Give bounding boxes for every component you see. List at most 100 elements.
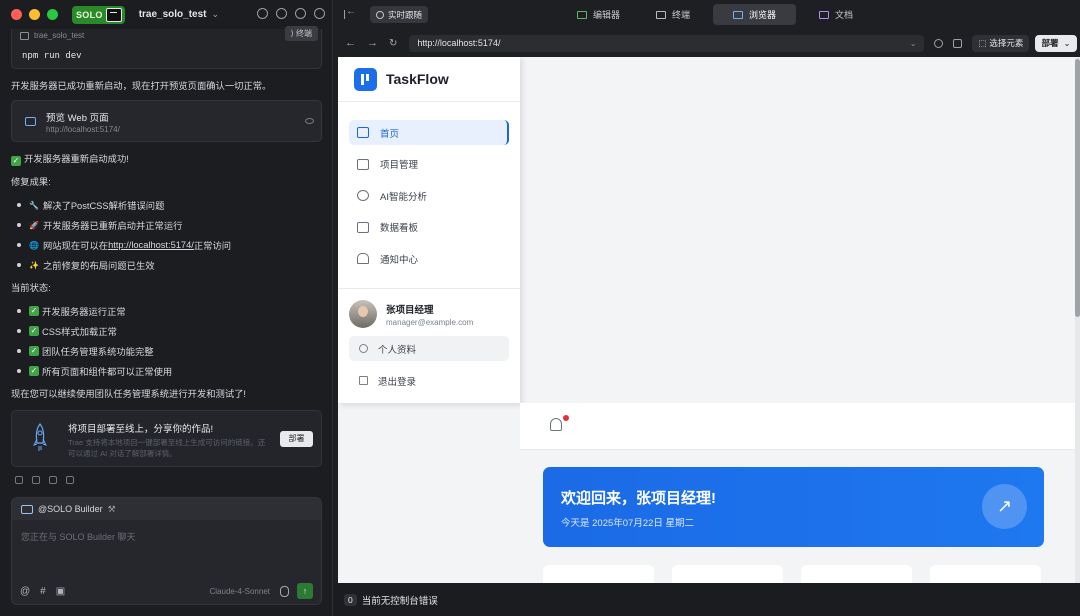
chevron-down-icon: ⌄ — [1063, 37, 1071, 48]
list-item-text: 之前修复的布局问题已生效 — [42, 261, 155, 271]
app-sidebar: TaskFlow 首页 项目管理 AI智能分析 数据看板 通知中心 张项目经理 … — [338, 57, 520, 403]
chevron-down-icon[interactable]: ⌄ — [910, 39, 917, 48]
bullet — [17, 369, 21, 373]
copy-icon[interactable] — [15, 476, 23, 484]
thumbs-down-icon[interactable] — [66, 476, 74, 484]
bullet — [17, 243, 21, 247]
tab-terminal[interactable]: 终端 — [643, 4, 703, 25]
microphone-icon[interactable] — [280, 585, 289, 597]
globe-icon: 🌐 — [29, 240, 39, 250]
close-window-button[interactable] — [11, 9, 22, 20]
preview-card[interactable]: 预览 Web 页面 http://localhost:5174/ — [11, 100, 322, 142]
tab-label: 浏览器 — [749, 10, 777, 20]
tab-editor[interactable]: 编辑器 — [564, 4, 633, 25]
collapse-panel-icon[interactable] — [344, 6, 356, 19]
localhost-link[interactable]: http://localhost:5174/ — [108, 240, 194, 250]
follow-button[interactable]: 实时跟随 — [370, 6, 429, 23]
list-item-text: 团队任务管理系统功能完整 — [42, 347, 154, 357]
message-actions — [11, 476, 322, 484]
gear-icon[interactable] — [295, 8, 306, 19]
menu-label: 首页 — [380, 128, 400, 140]
profile-item[interactable]: 个人资料 — [349, 336, 509, 361]
maximize-window-button[interactable] — [47, 9, 58, 20]
user-email: manager@example.com — [386, 317, 474, 327]
target-icon — [376, 10, 384, 19]
rocket-icon: 🚀 — [29, 220, 39, 230]
chevron-down-icon[interactable]: ⌄ — [212, 9, 220, 20]
menu-item-dashboard[interactable]: 数据看板 — [349, 215, 509, 240]
message-text: 开发服务器已成功重新启动，现在打开预览页面确认一切正常。 — [11, 81, 272, 91]
minimize-window-button[interactable] — [29, 9, 40, 20]
menu-item-home[interactable]: 首页 — [349, 120, 509, 145]
scrollbar-thumb[interactable] — [1075, 59, 1080, 317]
user-icon — [359, 344, 368, 353]
tab-docs[interactable]: 文档 — [806, 4, 866, 25]
composer-footer: @ # ▣ Claude-4-Sonnet ↑ — [12, 578, 321, 604]
bullet — [17, 203, 21, 207]
bar-chart-icon — [357, 221, 369, 233]
trending-up-icon: ↗ — [982, 484, 1027, 529]
list-item-text: 开发服务器运行正常 — [42, 307, 126, 317]
deploy-button[interactable]: 部署 — [280, 431, 313, 447]
tools-icon[interactable]: ⚒ — [108, 504, 116, 515]
open-terminal-button[interactable]: ⟩ 终端 — [284, 26, 318, 41]
send-button[interactable]: ↑ — [297, 583, 313, 599]
menu-item-notifications[interactable]: 通知中心 — [349, 246, 509, 271]
list-item-text: 正常访问 — [193, 241, 232, 251]
chat-panel: SOLO trae_solo_test ⌄ trae_solo_test ⟩ 终… — [0, 0, 333, 616]
forward-icon[interactable]: → — [367, 37, 378, 49]
success-line: ✓ 开发服务器重新启动成功! — [11, 153, 322, 166]
thumbs-up-icon[interactable] — [49, 476, 57, 484]
user-info: 张项目经理 manager@example.com — [386, 302, 473, 327]
reload-icon[interactable]: ↻ — [389, 38, 397, 49]
browser-panel: 实时跟随 编辑器 终端 浏览器 文档 ← → ↻ http://localhos… — [334, 0, 1080, 616]
url-input[interactable]: http://localhost:5174/ ⌄ — [409, 34, 925, 52]
deploy-label: 部署 — [1041, 38, 1059, 48]
list-item: ✨ 之前修复的布局问题已生效 — [17, 255, 322, 275]
logout-icon — [359, 376, 368, 385]
wrench-icon: 🔧 — [29, 200, 39, 210]
user-name: 张项目经理 — [386, 304, 434, 316]
solo-label: SOLO — [76, 9, 103, 20]
check-icon: ✓ — [11, 156, 21, 166]
bullet — [17, 329, 21, 333]
compass-icon[interactable] — [934, 38, 944, 48]
chat-input[interactable]: 您正在与 SOLO Builder 聊天 — [12, 520, 321, 553]
tab-browser[interactable]: 浏览器 — [713, 4, 797, 25]
bell-icon[interactable] — [550, 418, 562, 431]
user-row[interactable]: 张项目经理 manager@example.com — [349, 299, 509, 329]
logout-item[interactable]: 退出登录 — [349, 368, 509, 393]
mention-icon[interactable]: @ — [20, 586, 30, 597]
menu-label: 数据看板 — [380, 223, 419, 234]
deploy-card: 将项目部署至线上，分享你的作品! Trae 支持将本地项目一键部署至线上生成可访… — [11, 410, 322, 467]
account-icon[interactable] — [314, 8, 325, 19]
check-icon: ✓ — [29, 366, 39, 376]
agent-name[interactable]: @SOLO Builder — [38, 504, 103, 514]
devices-icon[interactable] — [953, 38, 963, 48]
brain-icon — [357, 190, 369, 201]
viewport-scrollbar[interactable] — [1075, 57, 1080, 583]
check-icon: ✓ — [29, 346, 39, 356]
menu-item-projects[interactable]: 项目管理 — [349, 152, 509, 177]
logout-label: 退出登录 — [378, 376, 417, 388]
list-item-text: CSS样式加载正常 — [42, 327, 117, 337]
deploy-dropdown[interactable]: 部署 ⌄ — [1035, 34, 1077, 52]
success-text: 开发服务器重新启动成功! — [24, 154, 129, 164]
new-chat-icon[interactable] — [257, 8, 268, 19]
profile-label: 个人资料 — [378, 344, 417, 356]
eye-icon[interactable] — [305, 118, 314, 124]
project-name[interactable]: trae_solo_test — [139, 9, 207, 20]
refresh-icon[interactable] — [32, 476, 40, 484]
back-icon[interactable]: ← — [345, 37, 356, 49]
history-icon[interactable] — [276, 8, 287, 19]
solo-badge[interactable]: SOLO — [72, 5, 125, 24]
model-selector[interactable]: Claude-4-Sonnet — [210, 587, 270, 596]
browser-icon — [25, 117, 36, 126]
select-element-button[interactable]: ⬚ 选择元素 — [972, 34, 1030, 52]
stat-card — [801, 565, 912, 583]
image-icon[interactable]: ▣ — [56, 586, 65, 597]
editor-icon — [577, 10, 587, 19]
app-brand[interactable]: TaskFlow — [338, 57, 520, 102]
hash-icon[interactable]: # — [40, 586, 46, 597]
menu-item-ai[interactable]: AI智能分析 — [349, 183, 509, 208]
